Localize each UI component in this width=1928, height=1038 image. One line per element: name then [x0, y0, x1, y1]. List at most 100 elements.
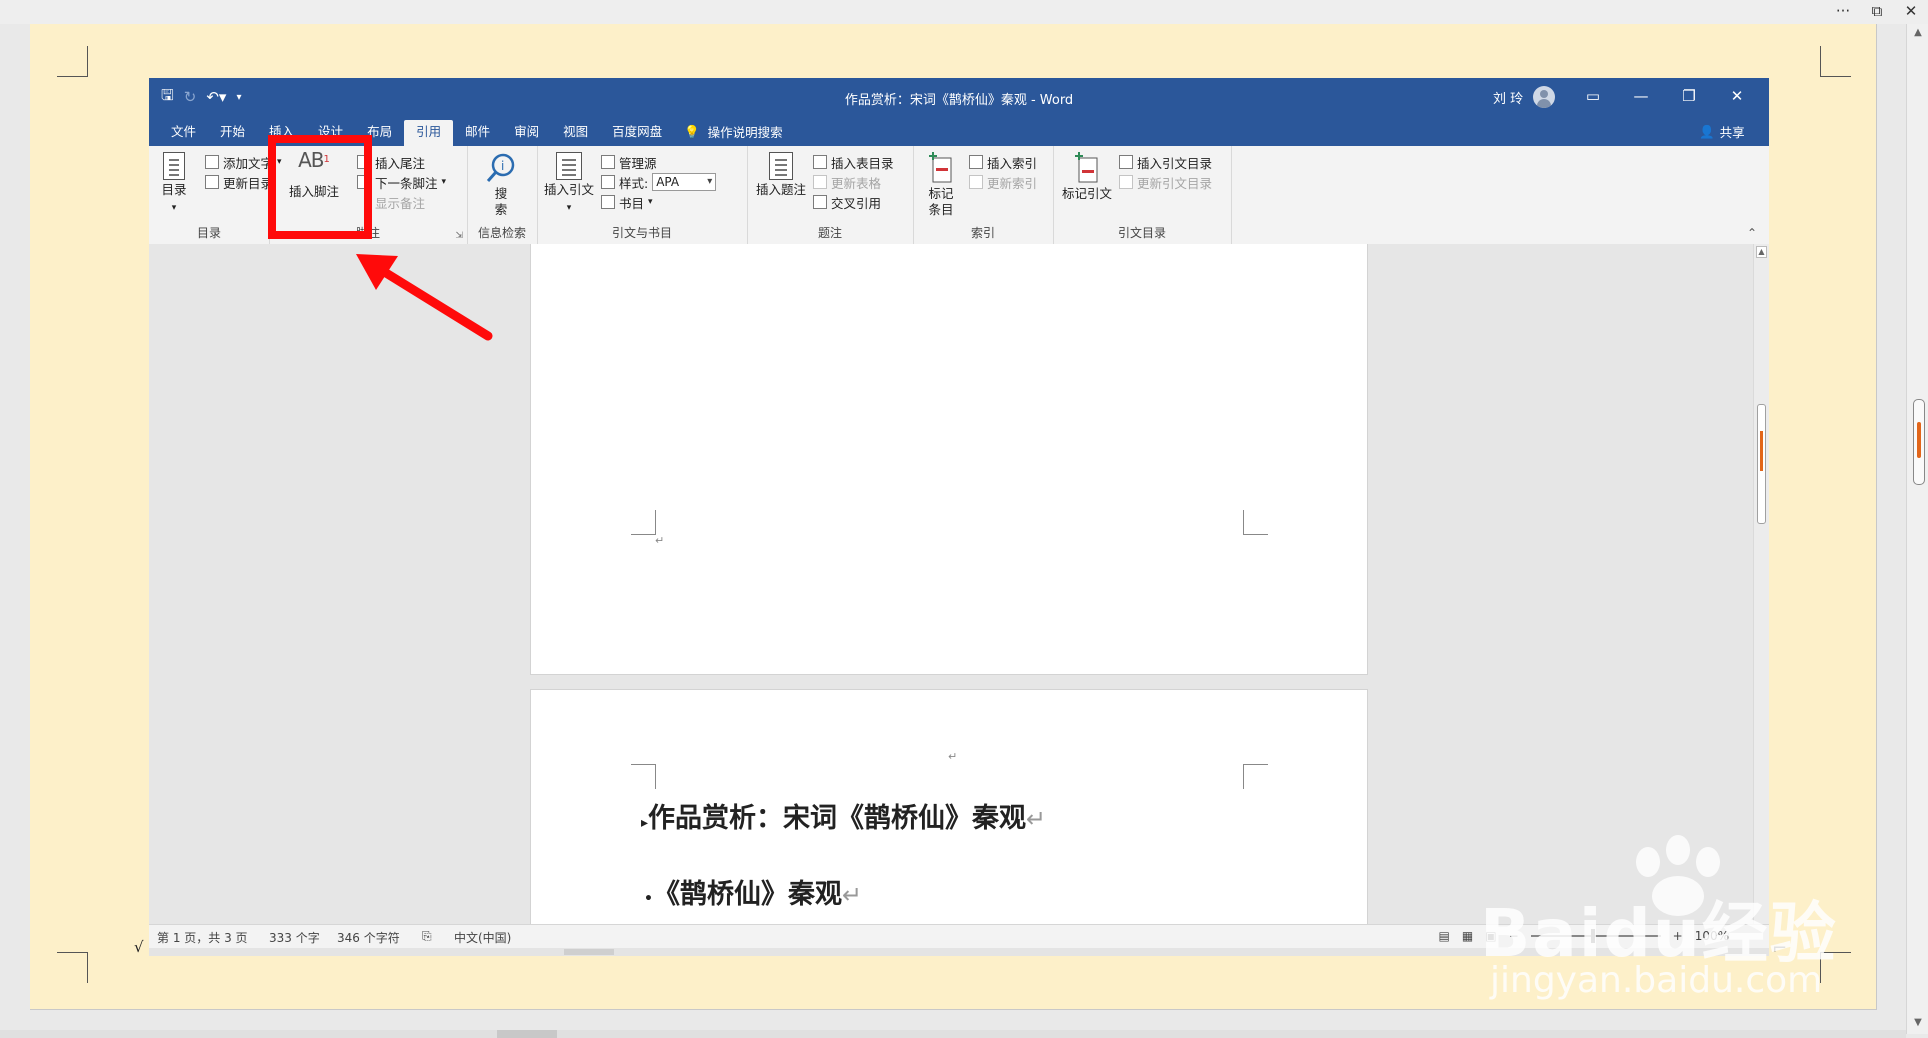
- citation-style-select[interactable]: APA: [652, 173, 717, 191]
- citation-icon: [556, 152, 582, 180]
- update-index-button: 更新索引: [969, 172, 1037, 192]
- paragraph-mark: ↵: [1026, 805, 1047, 833]
- bullet-icon: •: [644, 891, 653, 907]
- margin-corner: [1243, 510, 1268, 535]
- web-layout-icon[interactable]: ▣: [1485, 929, 1496, 943]
- scroll-up-icon[interactable]: ▲: [1907, 24, 1928, 42]
- update-toa-icon: [1119, 175, 1133, 189]
- group-research: i 搜 索 信息检索: [467, 146, 538, 244]
- cross-reference-label: 交叉引用: [831, 195, 882, 211]
- zoom-in-icon[interactable]: +: [1673, 929, 1683, 943]
- insert-table-of-figures-button[interactable]: 插入表目录: [813, 152, 894, 172]
- tab-file[interactable]: 文件: [159, 120, 208, 146]
- insert-toa-label: 插入引文目录: [1137, 155, 1213, 171]
- bibliography-icon: [601, 195, 615, 209]
- tab-view[interactable]: 视图: [551, 120, 600, 146]
- save-icon[interactable]: 🖫: [161, 85, 174, 110]
- redo-disabled-icon: ↻: [183, 88, 197, 106]
- update-toc-label: 更新目录: [223, 175, 274, 191]
- update-index-label: 更新索引: [987, 175, 1038, 191]
- mark-entry-icon: [925, 152, 957, 184]
- restore-icon[interactable]: ⧉: [1860, 0, 1894, 24]
- ribbon-display-icon[interactable]: ▭: [1569, 78, 1617, 116]
- manage-sources-label: 管理源: [619, 155, 657, 171]
- more-icon[interactable]: ···: [1826, 0, 1860, 24]
- heading-title[interactable]: ▸作品赏析：宋词《鹊桥仙》秦观↵: [641, 796, 1046, 835]
- zoom-out-icon[interactable]: −: [1509, 929, 1519, 943]
- close-icon[interactable]: ✕: [1713, 78, 1761, 116]
- table-of-figures-icon: [813, 155, 827, 169]
- heading-title-text: 作品赏析：宋词《鹊桥仙》秦观: [648, 803, 1027, 834]
- scroll-thumb[interactable]: [1757, 404, 1766, 524]
- manage-sources-button[interactable]: 管理源: [601, 152, 657, 172]
- collapse-ribbon-icon[interactable]: ⌃: [1747, 226, 1757, 240]
- group-table-of-authorities: 标记引文 插入引文目录 更新引文目录 引文目录: [1053, 146, 1232, 244]
- scroll-down-icon[interactable]: ▼: [1907, 1014, 1928, 1032]
- minimize-icon[interactable]: —: [1617, 78, 1665, 116]
- insert-index-icon: [969, 155, 983, 169]
- search-label-bottom: 索: [494, 202, 508, 217]
- heading-subtitle[interactable]: •《鹊桥仙》秦观↵: [644, 872, 862, 911]
- bibliography-button[interactable]: 书目 ▾: [601, 192, 653, 212]
- scroll-thumb[interactable]: [497, 1030, 557, 1038]
- scroll-thumb[interactable]: [1913, 399, 1925, 485]
- user-account[interactable]: 刘 玲: [1493, 86, 1556, 108]
- language[interactable]: 中文(中国): [454, 929, 511, 946]
- update-toc-button[interactable]: 更新目录: [205, 172, 273, 192]
- maximize-icon[interactable]: ❐: [1665, 78, 1713, 116]
- tell-me-search[interactable]: 💡 操作说明搜索: [684, 122, 783, 141]
- insert-citation-label: 插入引文: [543, 182, 594, 197]
- document-vertical-scrollbar[interactable]: ▲: [1753, 244, 1769, 924]
- insert-index-button[interactable]: 插入索引: [969, 152, 1037, 172]
- page-count[interactable]: 第 1 页，共 3 页: [157, 929, 248, 946]
- margin-corner: [631, 764, 656, 789]
- paragraph-mark: ↵: [841, 881, 863, 909]
- margin-corner: [631, 510, 656, 535]
- tab-baidu-netdisk[interactable]: 百度网盘: [600, 120, 674, 146]
- cross-reference-button[interactable]: 交叉引用: [813, 192, 881, 212]
- group-label: 信息检索: [477, 226, 526, 240]
- undo-icon[interactable]: ↶▾: [206, 88, 226, 106]
- tab-references[interactable]: 引用: [404, 120, 454, 146]
- proofing-icon[interactable]: ⎘: [422, 929, 432, 944]
- insert-citation-button[interactable]: 插入引文 ▾: [541, 152, 597, 216]
- search-button[interactable]: i 搜 索: [481, 152, 521, 218]
- insert-caption-button[interactable]: 插入题注: [753, 152, 809, 198]
- char-count[interactable]: 346 个字符: [337, 929, 400, 946]
- scroll-thumb[interactable]: [564, 949, 614, 955]
- print-layout-icon[interactable]: ▦: [1462, 929, 1473, 943]
- page-1[interactable]: ↵: [531, 244, 1367, 674]
- tab-review[interactable]: 审阅: [502, 120, 551, 146]
- chevron-down-icon: ▾: [171, 203, 177, 213]
- host-horizontal-scrollbar[interactable]: [0, 1030, 1906, 1038]
- insert-toa-icon: [1119, 155, 1133, 169]
- chevron-down-icon: ▾: [648, 197, 653, 207]
- insert-toa-button[interactable]: 插入引文目录: [1119, 152, 1212, 172]
- scroll-up-icon[interactable]: ▲: [1756, 246, 1767, 258]
- zoom-level[interactable]: 100%: [1695, 929, 1729, 943]
- mark-citation-button[interactable]: 标记引文: [1059, 152, 1115, 202]
- tab-mailings[interactable]: 邮件: [453, 120, 502, 146]
- zoom-slider[interactable]: [1530, 929, 1661, 943]
- word-count[interactable]: 333 个字: [269, 929, 320, 946]
- insert-endnote-label: 插入尾注: [375, 155, 426, 171]
- read-mode-icon[interactable]: ▤: [1439, 929, 1450, 943]
- mark-citation-icon: [1071, 152, 1103, 184]
- mark-entry-label-top: 标记: [928, 186, 954, 201]
- mark-entry-button[interactable]: 标记 条目: [921, 152, 961, 218]
- host-vertical-scrollbar[interactable]: ▲ ▼: [1906, 24, 1928, 1034]
- close-icon[interactable]: ✕: [1894, 0, 1928, 24]
- title-bar: 🖫 ↻ ↶▾ ▾ 作品赏析：宋词《鹊桥仙》秦观 - Word 刘 玲 ▭ — ❐…: [149, 78, 1769, 116]
- chevron-down-icon: ▾: [566, 203, 572, 213]
- dialog-launcher-icon[interactable]: ⇲: [455, 231, 463, 241]
- host-horizontal-scrollbar[interactable]: [149, 948, 1769, 956]
- share-button[interactable]: 👤 共享: [1699, 122, 1745, 141]
- toc-button[interactable]: 目录 ▾: [155, 152, 193, 216]
- update-index-icon: [969, 175, 983, 189]
- add-text-label: 添加文字: [223, 155, 274, 171]
- avatar[interactable]: [1533, 86, 1556, 108]
- tab-home[interactable]: 开始: [208, 120, 257, 146]
- customize-qat-icon[interactable]: ▾: [236, 92, 241, 103]
- svg-text:i: i: [501, 159, 504, 173]
- page-2[interactable]: ↵ ▸作品赏析：宋词《鹊桥仙》秦观↵ •《鹊桥仙》秦观↵: [531, 690, 1367, 924]
